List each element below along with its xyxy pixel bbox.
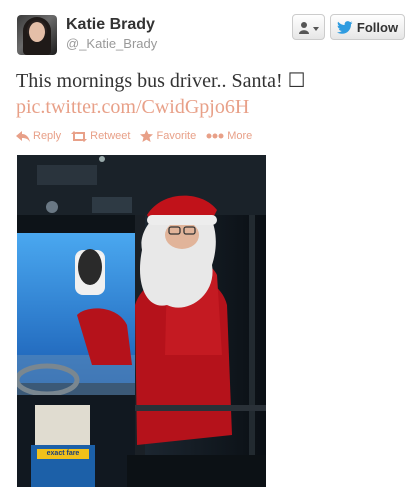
more-dots-icon (206, 133, 224, 139)
santa-bus-driver-photo (17, 155, 266, 487)
tweet-card: Katie Brady @_Katie_Brady Follow This mo… (0, 0, 420, 500)
twitter-bird-icon (336, 20, 353, 34)
retweet-icon (71, 130, 88, 142)
reply-icon (16, 130, 30, 142)
user-info: Katie Brady @_Katie_Brady (66, 15, 157, 53)
reply-action[interactable]: Reply (16, 130, 61, 142)
retweet-label: Retweet (90, 130, 131, 142)
user-actions-dropdown-button[interactable] (292, 14, 325, 40)
star-icon (140, 130, 154, 142)
fare-box-sign: exact fare (46, 450, 80, 457)
favorite-action[interactable]: Favorite (140, 130, 196, 142)
tweet-actions: Reply Retweet Favorite More (16, 130, 252, 142)
favorite-label: Favorite (156, 130, 197, 142)
tweet-media-link[interactable]: pic.twitter.com/CwidGpjo6H (16, 94, 406, 120)
follow-button-label: Follow (356, 19, 399, 35)
user-full-name[interactable]: Katie Brady (66, 15, 157, 35)
user-dropdown-icon (299, 22, 319, 34)
tweet-photo[interactable]: exact fare (17, 155, 266, 487)
more-action[interactable]: More (206, 130, 252, 142)
more-label: More (227, 130, 253, 142)
avatar[interactable] (17, 15, 57, 55)
retweet-action[interactable]: Retweet (71, 130, 130, 142)
user-screen-name[interactable]: @_Katie_Brady (66, 35, 157, 53)
reply-label: Reply (33, 130, 62, 142)
tweet-text: This mornings bus driver.. Santa! ☐ pic.… (16, 68, 406, 120)
tweet-body: This mornings bus driver.. Santa! ☐ (16, 70, 306, 92)
follow-button[interactable]: Follow (330, 14, 405, 40)
avatar-face (29, 22, 45, 42)
